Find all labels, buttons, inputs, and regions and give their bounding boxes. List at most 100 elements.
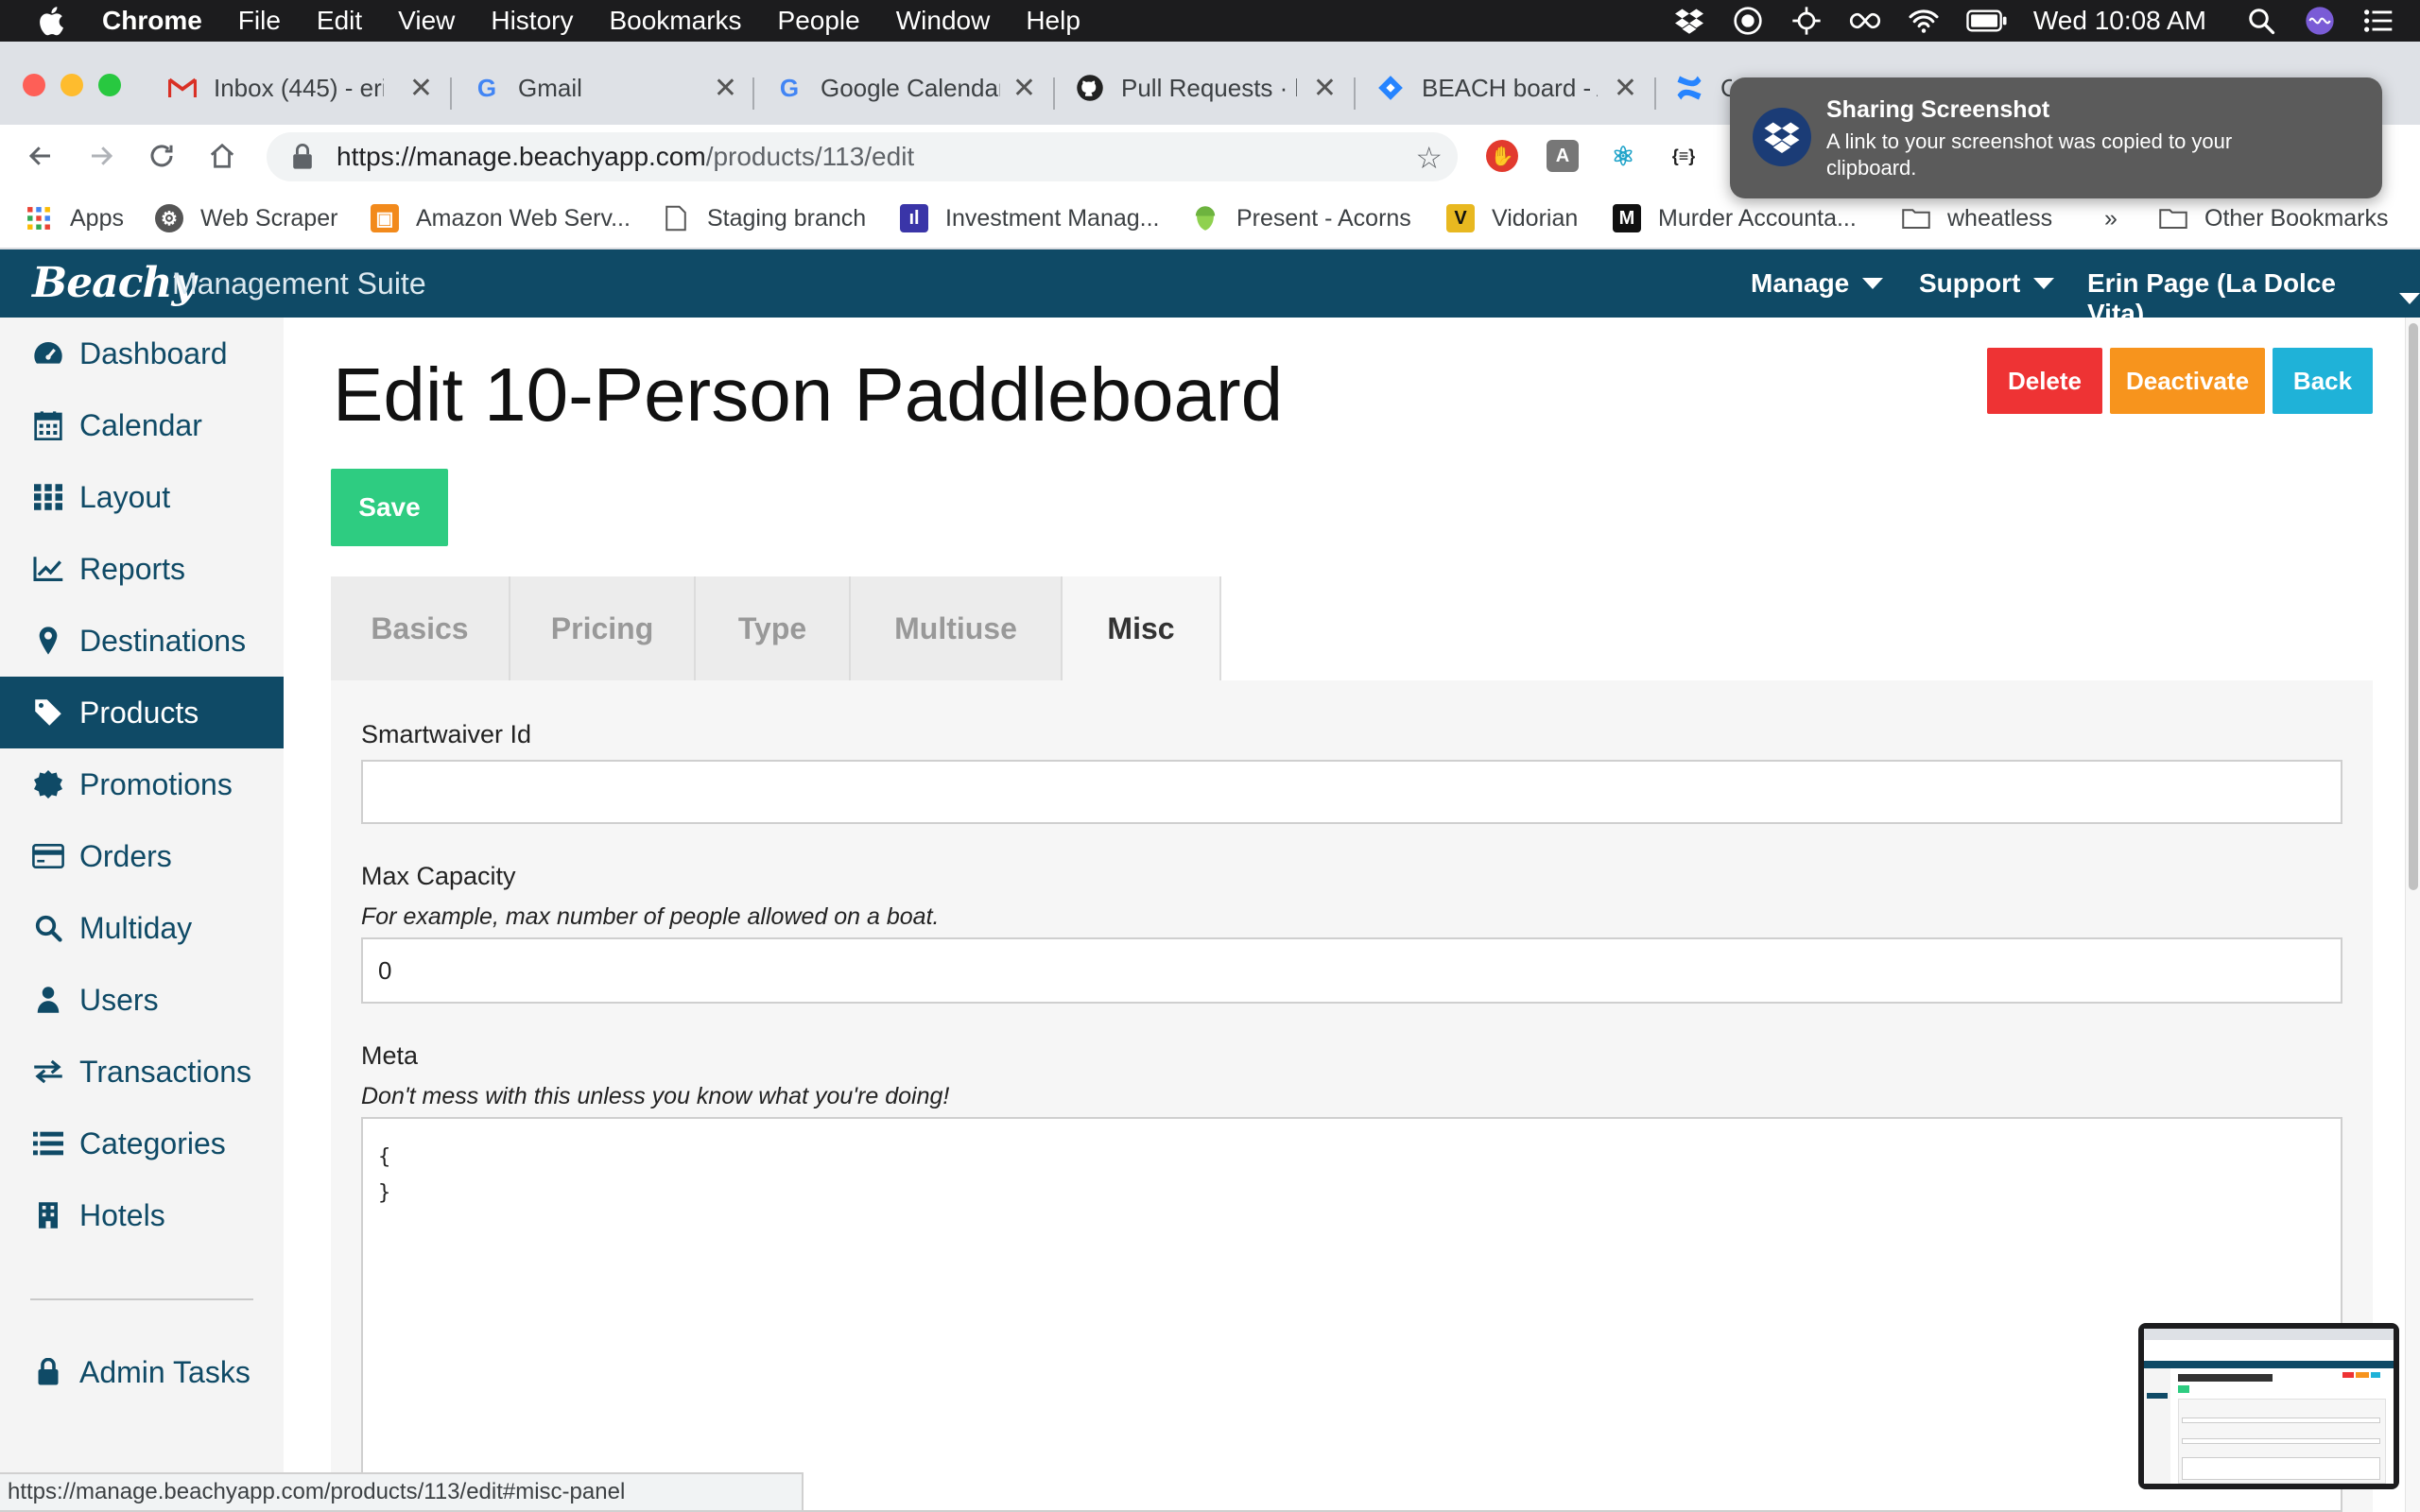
sidebar-item-admin-tasks[interactable]: Admin Tasks [0, 1336, 284, 1408]
close-icon[interactable]: ✕ [1313, 72, 1337, 105]
meta-textarea[interactable]: { } [361, 1117, 2342, 1512]
bookmark-folder-other[interactable]: Other Bookmarks [2159, 200, 2389, 236]
sidebar-item-reports[interactable]: Reports [0, 533, 284, 605]
browser-tab-gmail[interactable]: G Gmail ✕ [473, 60, 737, 115]
bookmark-star-icon[interactable]: ☆ [1415, 140, 1443, 176]
bookmark-murder-accountants[interactable]: M Murder Accounta... [1613, 200, 1857, 236]
window-minimize-button[interactable] [60, 74, 83, 96]
close-icon[interactable]: ✕ [714, 72, 737, 105]
window-close-button[interactable] [23, 74, 45, 96]
bookmark-acorns[interactable]: Present - Acorns [1191, 200, 1411, 236]
bookmark-aws[interactable]: ▣ Amazon Web Serv... [371, 200, 631, 236]
sidebar-item-promotions[interactable]: Promotions [0, 748, 284, 820]
record-icon[interactable] [1731, 6, 1765, 36]
menu-help[interactable]: Help [1026, 6, 1080, 36]
battery-icon[interactable] [1965, 6, 2009, 36]
menu-edit[interactable]: Edit [317, 6, 362, 36]
screenshot-thumbnail[interactable] [2138, 1323, 2399, 1489]
main-content: Edit 10-Person Paddleboard Delete Deacti… [284, 318, 2405, 1512]
delete-button[interactable]: Delete [1987, 348, 2102, 414]
bookmark-label: wheatless [1947, 204, 2053, 232]
back-arrow-icon[interactable] [21, 136, 60, 176]
max-capacity-label: Max Capacity [361, 862, 516, 890]
sidebar-item-orders[interactable]: Orders [0, 820, 284, 892]
sidebar-divider [30, 1298, 253, 1300]
sidebar-item-destinations[interactable]: Destinations [0, 605, 284, 677]
sidebar-item-hotels[interactable]: Hotels [0, 1179, 284, 1251]
address-bar[interactable]: https://manage.beachyapp.com/products/11… [267, 132, 1458, 181]
bookmark-investment[interactable]: ıl Investment Manag... [900, 200, 1160, 236]
window-zoom-button[interactable] [98, 74, 121, 96]
browser-tab-google-calendar[interactable]: G Google Calendar ✕ [775, 60, 1036, 115]
sidebar-item-calendar[interactable]: Calendar [0, 389, 284, 461]
tab-separator [752, 77, 754, 110]
bookmark-apps[interactable]: Apps [25, 200, 124, 236]
back-button[interactable]: Back [2273, 348, 2373, 414]
react-extension-icon[interactable]: ⚛ [1607, 140, 1639, 172]
menu-window[interactable]: Window [896, 6, 991, 36]
json-extension-icon[interactable]: {≡} [1668, 140, 1700, 172]
bookmark-folder-wheatless[interactable]: wheatless [1902, 200, 2052, 236]
dropbox-icon[interactable] [1672, 6, 1706, 36]
nav-manage-dropdown[interactable]: Manage [1751, 268, 1884, 299]
tab-multiuse[interactable]: Multiuse [851, 576, 1063, 680]
menu-app-name[interactable]: Chrome [102, 6, 202, 36]
menu-file[interactable]: File [238, 6, 281, 36]
move-icon[interactable] [1789, 6, 1824, 36]
sidebar-item-layout[interactable]: Layout [0, 461, 284, 533]
close-icon[interactable]: ✕ [1614, 72, 1637, 105]
tab-basics[interactable]: Basics [331, 576, 510, 680]
max-capacity-field[interactable]: 0 [361, 937, 2342, 1004]
page-scrollbar[interactable] [2405, 318, 2420, 1512]
bookmark-staging-branch[interactable]: Staging branch [662, 200, 866, 236]
menu-people[interactable]: People [778, 6, 860, 36]
angular-extension-icon[interactable]: A [1547, 140, 1579, 172]
max-capacity-help: For example, max number of people allowe… [361, 903, 940, 930]
menu-bookmarks[interactable]: Bookmarks [609, 6, 741, 36]
smartwaiver-id-field[interactable] [361, 760, 2342, 824]
sidebar-item-multiday[interactable]: Multiday [0, 892, 284, 964]
tab-separator [1354, 77, 1356, 110]
siri-icon[interactable] [2303, 6, 2337, 36]
browser-tab-confluence[interactable]: C [1675, 60, 1732, 115]
browser-tab-pull-requests[interactable]: Pull Requests · b ✕ [1076, 60, 1337, 115]
home-icon[interactable] [202, 136, 242, 176]
close-icon[interactable]: ✕ [409, 72, 433, 105]
bookmark-web-scraper[interactable]: ⚙ Web Scraper [155, 200, 337, 236]
nav-support-dropdown[interactable]: Support [1919, 268, 2055, 299]
sidebar-item-categories[interactable]: Categories [0, 1108, 284, 1179]
sidebar-item-products[interactable]: Products [0, 677, 284, 748]
tab-pricing[interactable]: Pricing [510, 576, 696, 680]
tab-type[interactable]: Type [696, 576, 851, 680]
dropbox-notification[interactable]: Sharing Screenshot A link to your screen… [1730, 77, 2382, 198]
spotlight-search-icon[interactable] [2244, 6, 2278, 36]
close-icon[interactable]: ✕ [1012, 72, 1036, 105]
tab-misc[interactable]: Misc [1063, 576, 1221, 680]
browser-tab-beach-board[interactable]: BEACH board - A ✕ [1376, 60, 1637, 115]
reload-icon[interactable] [142, 136, 182, 176]
folder-icon [1902, 204, 1930, 232]
infinity-icon[interactable] [1848, 6, 1882, 36]
browser-tab-gmail-inbox[interactable]: Inbox (445) - erin ✕ [168, 60, 433, 115]
sidebar-item-label: Hotels [79, 1197, 165, 1232]
save-button[interactable]: Save [331, 469, 448, 546]
sidebar-item-transactions[interactable]: Transactions [0, 1036, 284, 1108]
sidebar-item-users[interactable]: Users [0, 964, 284, 1036]
apple-icon[interactable] [36, 4, 70, 38]
sidebar-item-dashboard[interactable]: Dashboard [0, 318, 284, 389]
menubar-clock[interactable]: Wed 10:08 AM [2033, 6, 2206, 36]
deactivate-button[interactable]: Deactivate [2110, 348, 2265, 414]
google-icon: G [779, 73, 800, 102]
menu-view[interactable]: View [398, 6, 455, 36]
scrollbar-thumb[interactable] [2409, 323, 2418, 890]
beachy-logo[interactable]: Beachy [32, 259, 196, 307]
lock-icon[interactable] [291, 144, 314, 170]
bookmark-vidorian[interactable]: V Vidorian [1446, 200, 1578, 236]
forward-arrow-icon[interactable] [81, 136, 121, 176]
notification-center-icon[interactable] [2361, 6, 2395, 36]
adblock-extension-icon[interactable]: ✋ [1486, 140, 1518, 172]
wifi-icon[interactable] [1907, 6, 1941, 36]
address-url: https://manage.beachyapp.com/products/11… [337, 142, 914, 172]
bookmarks-overflow-chevron[interactable]: » [2104, 200, 2118, 236]
menu-history[interactable]: History [491, 6, 573, 36]
